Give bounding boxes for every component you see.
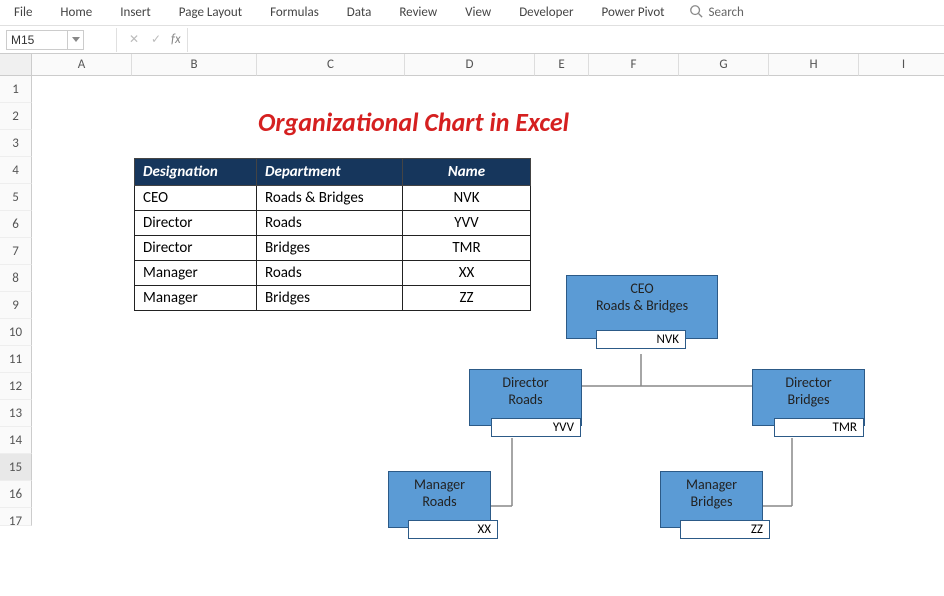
worksheet-grid[interactable]: Organizational Chart in Excel Designatio… — [32, 76, 944, 585]
tab-review[interactable]: Review — [385, 1, 451, 24]
search-icon — [689, 4, 703, 22]
cell[interactable]: Director — [135, 211, 257, 236]
tab-page-layout[interactable]: Page Layout — [165, 1, 256, 24]
table-header-row: Designation Department Name — [135, 159, 531, 186]
row-header[interactable]: 13 — [0, 400, 32, 427]
tab-developer[interactable]: Developer — [505, 1, 587, 24]
header-designation: Designation — [135, 159, 257, 186]
row-header[interactable]: 1 — [0, 76, 32, 103]
cell[interactable]: CEO — [135, 186, 257, 211]
name-box[interactable] — [6, 30, 68, 50]
col-header[interactable]: B — [132, 54, 257, 76]
org-name-tag: TMR — [774, 418, 864, 437]
col-header[interactable]: A — [32, 54, 132, 76]
select-all-corner[interactable] — [0, 54, 32, 76]
tab-home[interactable]: Home — [46, 1, 106, 24]
org-designation: CEO — [567, 280, 717, 297]
org-department: Roads — [470, 391, 581, 414]
org-name-tag: XX — [408, 520, 498, 539]
col-header[interactable]: E — [535, 54, 589, 76]
enter-icon: ✓ — [145, 32, 167, 47]
tab-file[interactable]: File — [0, 1, 46, 24]
org-name-tag: ZZ — [680, 520, 770, 539]
search-box[interactable]: Search — [679, 4, 744, 22]
tab-formulas[interactable]: Formulas — [256, 1, 333, 24]
row-headers: 1 2 3 4 5 6 7 8 9 10 11 12 13 14 15 16 1… — [0, 76, 32, 526]
row-header[interactable]: 11 — [0, 346, 32, 373]
fx-icon[interactable]: fx — [167, 32, 181, 47]
org-designation: Manager — [389, 476, 490, 493]
row-header[interactable]: 8 — [0, 265, 32, 292]
row-header[interactable]: 17 — [0, 508, 32, 526]
table-row: Manager Bridges ZZ — [135, 286, 531, 311]
row-header[interactable]: 2 — [0, 103, 32, 130]
cell[interactable]: YVV — [403, 211, 531, 236]
row-header[interactable]: 6 — [0, 211, 32, 238]
cancel-icon: ✕ — [123, 32, 145, 47]
row-header[interactable]: 4 — [0, 157, 32, 184]
formula-bar: ✕ ✓ fx — [0, 26, 944, 54]
column-headers: A B C D E F G H I — [32, 54, 944, 76]
cell[interactable]: Manager — [135, 261, 257, 286]
row-header[interactable]: 12 — [0, 373, 32, 400]
col-header[interactable]: H — [769, 54, 859, 76]
table-row: Director Bridges TMR — [135, 236, 531, 261]
cell[interactable]: Bridges — [257, 286, 403, 311]
org-name-tag: NVK — [596, 330, 686, 349]
tab-data[interactable]: Data — [333, 1, 386, 24]
org-department: Bridges — [661, 493, 762, 516]
cell[interactable]: Director — [135, 236, 257, 261]
row-header[interactable]: 3 — [0, 130, 32, 157]
data-table: Designation Department Name CEO Roads & … — [134, 158, 531, 311]
org-department: Bridges — [753, 391, 864, 414]
tab-power-pivot[interactable]: Power Pivot — [587, 1, 678, 24]
col-header[interactable]: I — [859, 54, 944, 76]
row-header[interactable]: 14 — [0, 427, 32, 454]
row-header[interactable]: 7 — [0, 238, 32, 265]
org-designation: Manager — [661, 476, 762, 493]
row-header[interactable]: 16 — [0, 481, 32, 508]
header-name: Name — [403, 159, 531, 186]
org-department: Roads — [389, 493, 490, 516]
cell[interactable]: Bridges — [257, 236, 403, 261]
cell[interactable]: Roads — [257, 261, 403, 286]
tab-insert[interactable]: Insert — [106, 1, 165, 24]
row-header[interactable]: 15 — [0, 454, 32, 481]
col-header[interactable]: G — [679, 54, 769, 76]
cell[interactable]: Roads — [257, 211, 403, 236]
header-department: Department — [257, 159, 403, 186]
cell[interactable]: Roads & Bridges — [257, 186, 403, 211]
name-box-dropdown[interactable] — [68, 30, 84, 50]
sheet-area: A B C D E F G H I 1 2 3 4 5 6 7 8 9 10 1… — [0, 54, 944, 585]
cell[interactable]: Manager — [135, 286, 257, 311]
col-header[interactable]: D — [405, 54, 535, 76]
org-designation: Director — [753, 374, 864, 391]
ribbon-tabs: File Home Insert Page Layout Formulas Da… — [0, 0, 944, 26]
row-header[interactable]: 5 — [0, 184, 32, 211]
page-title: Organizational Chart in Excel — [258, 106, 569, 138]
row-header[interactable]: 10 — [0, 319, 32, 346]
cell[interactable]: NVK — [403, 186, 531, 211]
org-name-tag: YVV — [491, 418, 581, 437]
org-department: Roads & Bridges — [567, 297, 717, 320]
col-header[interactable]: C — [257, 54, 405, 76]
tab-view[interactable]: View — [451, 1, 505, 24]
cell[interactable]: XX — [403, 261, 531, 286]
table-row: Director Roads YVV — [135, 211, 531, 236]
search-label: Search — [709, 5, 744, 20]
cell[interactable]: ZZ — [403, 286, 531, 311]
table-row: CEO Roads & Bridges NVK — [135, 186, 531, 211]
table-row: Manager Roads XX — [135, 261, 531, 286]
org-designation: Director — [470, 374, 581, 391]
row-header[interactable]: 9 — [0, 292, 32, 319]
cell[interactable]: TMR — [403, 236, 531, 261]
col-header[interactable]: F — [589, 54, 679, 76]
